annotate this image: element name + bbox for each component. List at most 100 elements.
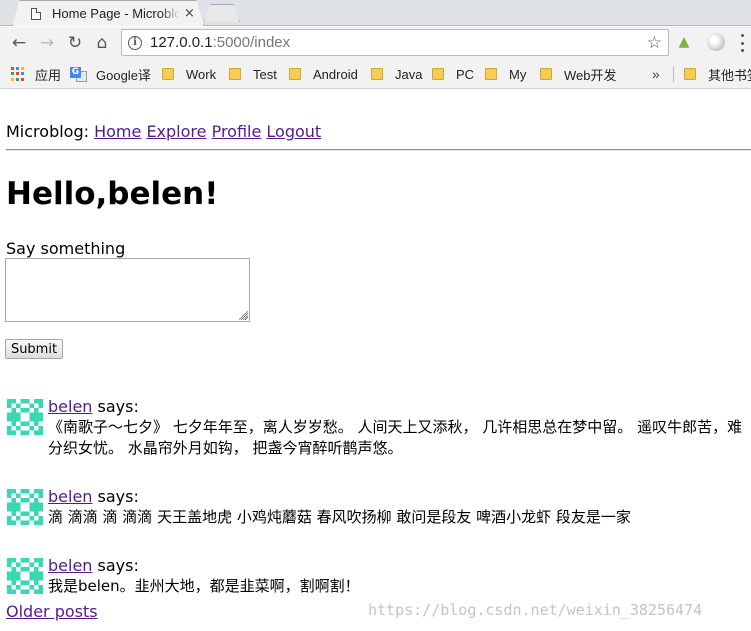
site-info-icon[interactable]: i — [128, 35, 142, 50]
bookmark-folder-other[interactable]: 其他书签 — [684, 66, 751, 83]
avatar-pixel — [16, 417, 21, 422]
bookmark-folder-pc[interactable]: PC — [432, 66, 474, 82]
nav-link-home[interactable]: Home — [94, 122, 141, 141]
avatar-pixel — [29, 493, 34, 498]
avatar-pixel — [25, 430, 30, 435]
post-author-link[interactable]: belen — [48, 397, 92, 416]
older-posts-link[interactable]: Older posts — [6, 602, 98, 621]
avatar-pixel — [7, 430, 12, 435]
avatar-pixel — [11, 417, 16, 422]
avatar-pixel — [29, 426, 34, 431]
avatar-pixel — [11, 408, 16, 413]
bookmark-star-icon[interactable]: ☆ — [647, 33, 662, 53]
avatar-pixel — [11, 580, 16, 585]
post-field-label: Say something — [6, 239, 126, 258]
avatar-pixel — [38, 403, 43, 408]
avatar-pixel — [38, 520, 43, 525]
bookmark-label: Work — [186, 66, 217, 82]
avatar-pixel — [11, 558, 16, 563]
page-title: Hello,belen! — [6, 176, 219, 212]
avatar-pixel — [25, 567, 30, 572]
avatar-pixel — [7, 426, 12, 431]
avatar-pixel — [16, 502, 21, 507]
avatar — [7, 558, 43, 594]
bookmark-folder-java[interactable]: Java — [371, 66, 422, 82]
textarea-resize-handle[interactable] — [239, 311, 248, 320]
avatar-pixel — [38, 412, 43, 417]
reload-icon[interactable]: ↻ — [65, 33, 85, 53]
avatar-pixel — [34, 576, 39, 581]
home-icon[interactable]: ⌂ — [92, 33, 112, 53]
bookmark-label: 应用 — [35, 67, 62, 83]
browser-tab-active[interactable]: Home Page - Microblog × — [12, 0, 204, 26]
avatar-pixel — [11, 576, 16, 581]
nav-link-logout[interactable]: Logout — [266, 122, 321, 141]
post-body: 《南歌子～七夕》 七夕年年至，离人岁岁愁。 人间天上又添秋， 几许相思总在梦中留… — [48, 418, 743, 457]
browser-toolbar: ← → ↻ ⌂ i 127.0.0.1:5000/index ☆ ▲ — [0, 27, 751, 59]
avatar-pixel — [11, 412, 16, 417]
avatar-pixel — [11, 502, 16, 507]
avatar-pixel — [20, 567, 25, 572]
avatar-pixel — [34, 399, 39, 404]
bookmark-google-translate[interactable]: G Google译 — [70, 66, 151, 83]
avatar-pixel — [34, 571, 39, 576]
apps-dot — [21, 72, 24, 76]
back-icon[interactable]: ← — [9, 33, 29, 53]
avatar-pixel — [29, 516, 34, 521]
extension-icon[interactable] — [707, 33, 725, 51]
bookmark-folder-test[interactable]: Test — [229, 66, 277, 82]
avatar-pixel — [25, 498, 30, 503]
post-says-label: says: — [92, 397, 139, 416]
nav-link-explore[interactable]: Explore — [146, 122, 206, 141]
avatar-pixel — [16, 403, 21, 408]
new-tab-button[interactable] — [204, 4, 240, 22]
avatar-pixel — [38, 430, 43, 435]
post-author-link[interactable]: belen — [48, 487, 92, 506]
avatar-pixel — [38, 493, 43, 498]
avatar-pixel — [11, 489, 16, 494]
folder-icon — [432, 68, 444, 80]
bookmark-folder-work[interactable]: Work — [162, 66, 216, 82]
avatar-pixel — [34, 567, 39, 572]
avatar-pixel — [20, 430, 25, 435]
bookmarks-bar: 应用 G Google译 Work Test Android Java PC M… — [0, 59, 751, 89]
avatar-pixel — [38, 558, 43, 563]
bookmark-folder-android[interactable]: Android — [289, 66, 358, 82]
post-author-link[interactable]: belen — [48, 556, 92, 575]
avatar-pixel — [34, 558, 39, 563]
avatar-pixel — [7, 489, 12, 494]
avatar-pixel — [29, 585, 34, 590]
bookmark-label: PC — [456, 66, 475, 82]
avatar-pixel — [38, 571, 43, 576]
avatar-pixel — [29, 571, 34, 576]
avatar-pixel — [25, 408, 30, 413]
bookmark-label: My — [509, 66, 527, 82]
bookmark-folder-my[interactable]: My — [485, 66, 526, 82]
avatar-pixel — [16, 576, 21, 581]
android-extension-icon[interactable]: ▲ — [676, 34, 692, 50]
bookmark-apps[interactable]: 应用 — [11, 66, 62, 83]
avatar-pixel — [20, 589, 25, 594]
bookmark-label: Android — [313, 66, 358, 82]
avatar-pixel — [34, 498, 39, 503]
avatar-pixel — [11, 507, 16, 512]
browser-menu-icon[interactable] — [739, 34, 745, 52]
post-body: 滴 滴滴 滴 滴滴 天王盖地虎 小鸡炖蘑菇 春风吹扬柳 敢问是段友 啤酒小龙虾 … — [48, 508, 631, 526]
avatar-pixel — [16, 516, 21, 521]
nav-link-profile[interactable]: Profile — [212, 122, 262, 141]
avatar-pixel — [25, 511, 30, 516]
forward-icon[interactable]: → — [37, 33, 57, 53]
apps-dot — [16, 72, 19, 76]
tab-close-icon[interactable]: × — [184, 7, 195, 20]
avatar-pixel — [7, 403, 12, 408]
bookmarks-overflow-button[interactable]: » — [652, 66, 660, 82]
submit-button[interactable]: Submit — [5, 339, 63, 359]
avatar-pixel — [11, 430, 16, 435]
apps-icon — [11, 67, 25, 81]
address-bar[interactable]: i 127.0.0.1:5000/index ☆ — [121, 29, 669, 56]
avatar-pixel — [38, 417, 43, 422]
avatar-pixel — [29, 562, 34, 567]
folder-icon — [540, 68, 552, 80]
post-textarea[interactable] — [5, 258, 250, 322]
bookmark-folder-web[interactable]: Web开发 — [540, 66, 617, 83]
